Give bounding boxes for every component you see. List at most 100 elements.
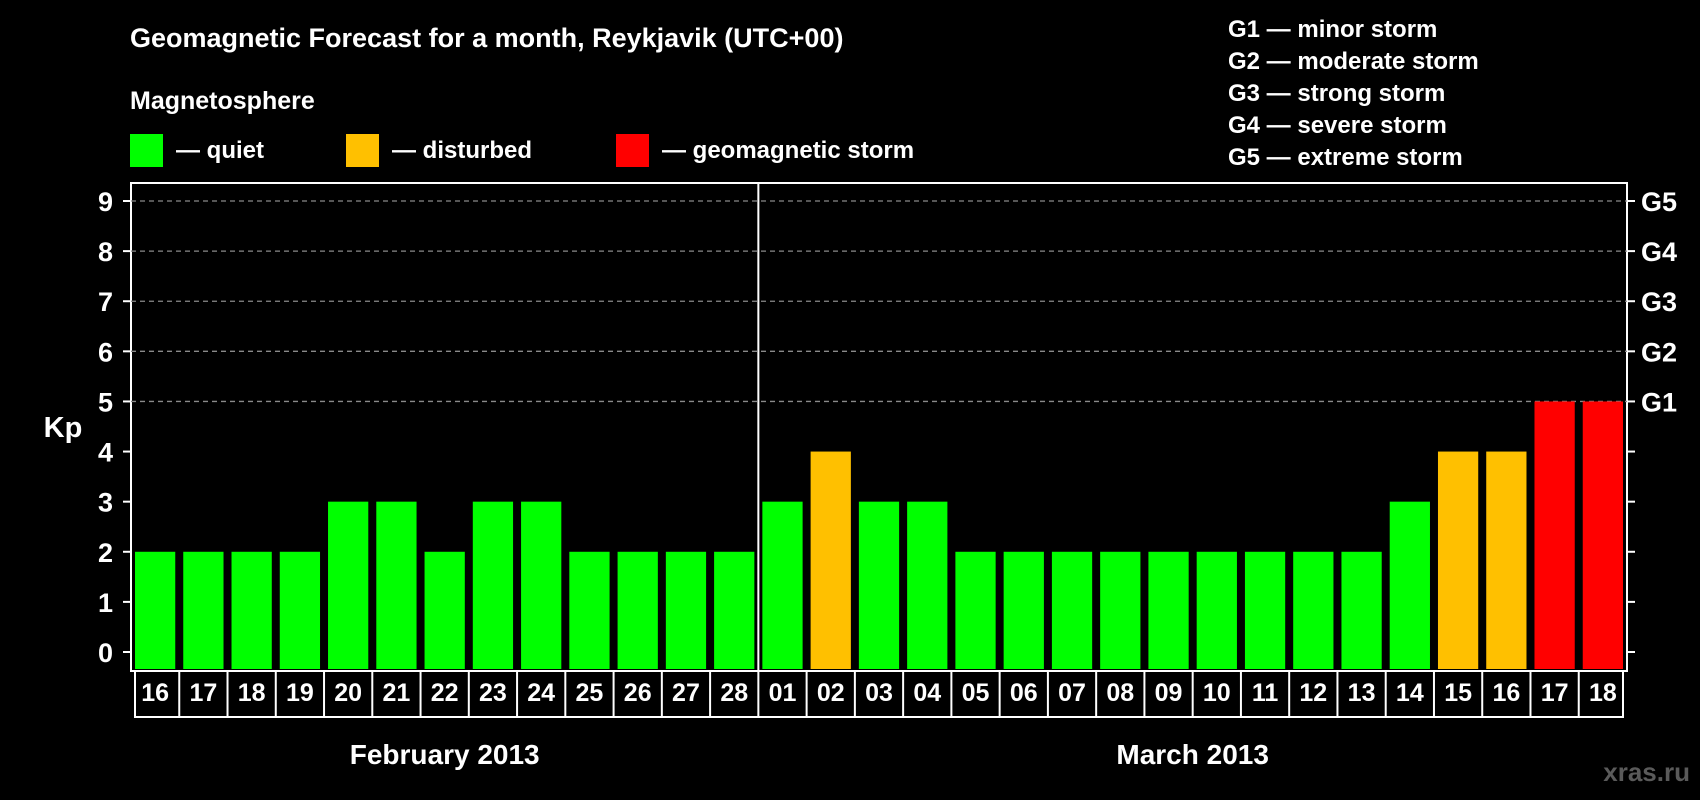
bar xyxy=(1534,401,1575,669)
x-tick-label: 11 xyxy=(1252,679,1279,707)
bar xyxy=(1486,451,1527,669)
x-tick-label: 18 xyxy=(1589,679,1617,707)
storm-scale-legend: G1 — minor storm G2 — moderate storm G3 — … xyxy=(1228,16,1479,171)
x-tick-label: 14 xyxy=(1396,679,1424,707)
bar xyxy=(1293,551,1334,669)
watermark: xras.ru xyxy=(1603,757,1690,787)
bar xyxy=(858,501,900,669)
x-tick-label: 25 xyxy=(576,679,604,707)
bar xyxy=(231,551,272,669)
bar xyxy=(472,501,514,669)
bar xyxy=(1341,551,1382,669)
y-tick-label: 6 xyxy=(98,337,113,367)
storm-scale-item: G3 — strong storm xyxy=(1228,80,1445,107)
bar xyxy=(424,551,465,669)
y-tick-label: 4 xyxy=(98,438,113,468)
y-tick-label: 2 xyxy=(98,538,113,568)
storm-scale-item: G4 — severe storm xyxy=(1228,112,1447,139)
x-tick-label: 17 xyxy=(1541,679,1569,707)
x-tick-label: 18 xyxy=(238,679,266,707)
legend-label: — disturbed xyxy=(392,137,532,164)
x-tick-label: 05 xyxy=(962,679,990,707)
bar xyxy=(521,501,562,669)
x-tick-label: 27 xyxy=(672,679,700,707)
month-label: February 2013 xyxy=(350,739,540,770)
x-tick-label: 17 xyxy=(189,679,217,707)
legend-heading: Magnetosphere xyxy=(130,87,315,115)
y-tick-label: 8 xyxy=(98,237,113,267)
bar xyxy=(569,551,610,669)
bar xyxy=(762,501,803,669)
bar xyxy=(279,551,321,669)
y-axis-label: Kp xyxy=(44,412,83,444)
bar xyxy=(328,501,369,669)
bar xyxy=(135,551,176,669)
legend-swatch xyxy=(346,134,379,167)
y-tick-label: 1 xyxy=(98,588,113,618)
right-axis-label: G1 xyxy=(1641,387,1677,417)
bar xyxy=(955,551,996,669)
bar xyxy=(1582,401,1623,669)
bar xyxy=(376,501,417,669)
bar xyxy=(1148,551,1189,669)
x-tick-label: 07 xyxy=(1058,679,1086,707)
bar xyxy=(907,501,948,669)
x-tick-label: 21 xyxy=(383,679,411,707)
bar xyxy=(1196,551,1237,669)
y-tick-label: 3 xyxy=(98,488,113,518)
right-axis-label: G5 xyxy=(1641,187,1677,217)
x-tick-label: 20 xyxy=(334,679,362,707)
bar xyxy=(183,551,224,669)
legend-swatch xyxy=(130,134,163,167)
x-tick-label: 03 xyxy=(865,679,893,707)
bar xyxy=(1437,451,1479,669)
bar xyxy=(617,551,658,669)
x-tick-label: 16 xyxy=(141,679,169,707)
chart-header: Geomagnetic Forecast for a month, Reykja… xyxy=(130,16,1479,171)
x-tick-label: 10 xyxy=(1203,679,1231,707)
x-tick-label: 16 xyxy=(1492,679,1520,707)
right-axis-label: G2 xyxy=(1641,337,1677,367)
x-axis: 16 17 18 19 20 21 22 23 24 25 26 27 28 01 02 03 04 05 06 07… xyxy=(134,670,1624,770)
x-tick-label: 02 xyxy=(817,679,845,707)
x-tick-label: 13 xyxy=(1348,679,1376,707)
legend-label: — geomagnetic storm xyxy=(662,137,914,164)
x-tick-label: 24 xyxy=(527,679,555,707)
x-tick-label: 15 xyxy=(1444,679,1472,707)
y-tick-label: 7 xyxy=(98,287,113,317)
storm-scale-item: G5 — extreme storm xyxy=(1228,144,1463,171)
right-axis-label: G3 xyxy=(1641,287,1677,317)
x-tick-label: 26 xyxy=(624,679,652,707)
geomagnetic-forecast-chart: Geomagnetic Forecast for a month, Reykja… xyxy=(44,16,1690,787)
legend-label: — quiet xyxy=(176,137,264,164)
x-tick-label: 06 xyxy=(1010,679,1038,707)
storm-scale-item: G1 — minor storm xyxy=(1228,16,1437,43)
x-tick-label: 22 xyxy=(431,679,459,707)
month-label: March 2013 xyxy=(1116,739,1269,770)
bar xyxy=(1389,501,1430,669)
legend: — quiet — disturbed — geomagnetic storm xyxy=(130,134,914,167)
x-tick-label: 23 xyxy=(479,679,507,707)
right-axis-label: G4 xyxy=(1641,237,1677,267)
bar xyxy=(1244,551,1286,669)
bar xyxy=(1100,551,1141,669)
chart-title: Geomagnetic Forecast for a month, Reykja… xyxy=(130,23,843,53)
y-tick-label: 0 xyxy=(98,638,113,668)
bar xyxy=(714,551,755,669)
bar xyxy=(665,551,707,669)
bar xyxy=(1003,551,1044,669)
legend-swatch xyxy=(616,134,649,167)
storm-scale-item: G2 — moderate storm xyxy=(1228,48,1479,75)
x-tick-label: 28 xyxy=(720,679,748,707)
x-tick-label: 01 xyxy=(769,679,797,707)
y-tick-label: 5 xyxy=(98,387,113,417)
y-tick-label: 9 xyxy=(98,187,113,217)
bar xyxy=(810,451,851,669)
x-tick-label: 08 xyxy=(1106,679,1134,707)
bar xyxy=(1051,551,1093,669)
x-tick-label: 12 xyxy=(1299,679,1327,707)
plot-area: 0 1 2 3 4 5 6 7 8 9 G1 G2 G3 G4 G5 xyxy=(98,182,1677,672)
x-tick-label: 09 xyxy=(1155,679,1183,707)
x-tick-label: 19 xyxy=(286,679,314,707)
x-tick-label: 04 xyxy=(913,679,941,707)
